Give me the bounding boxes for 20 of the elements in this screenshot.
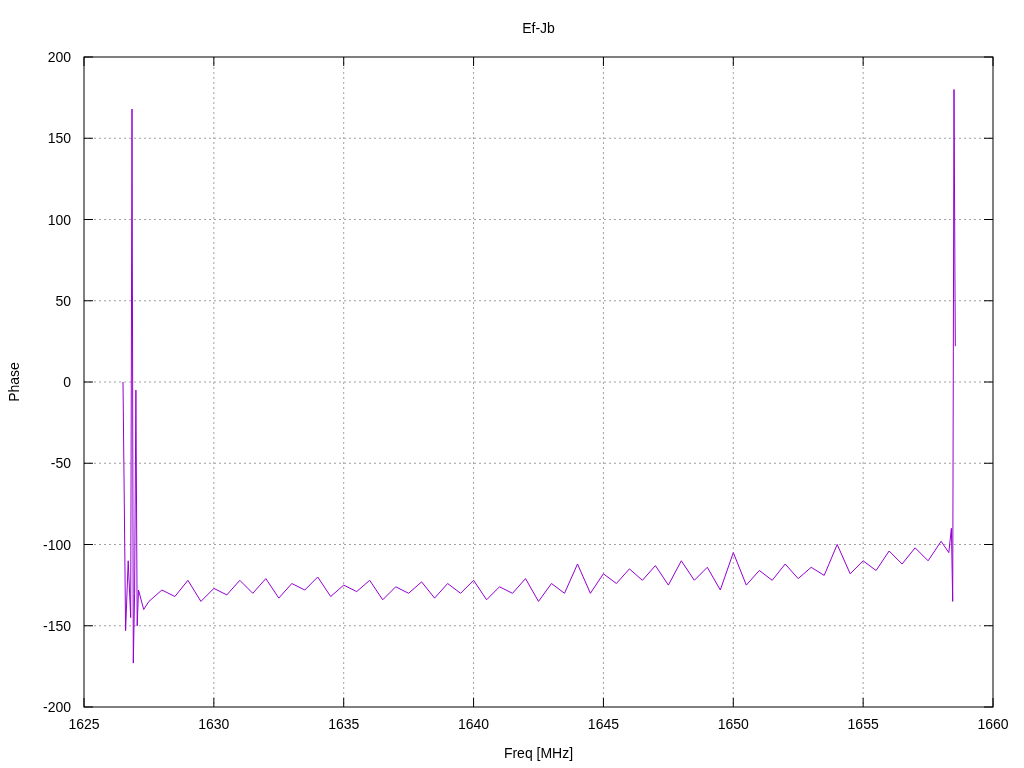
y-tick-label: 200 xyxy=(47,49,71,65)
x-tick-label: 1630 xyxy=(198,716,230,732)
y-tick-label: 100 xyxy=(47,211,71,228)
y-tick-label: -200 xyxy=(42,699,71,715)
y-tick-label: 0 xyxy=(63,374,71,390)
x-tick-label: 1645 xyxy=(587,716,619,732)
x-tick-label: 1655 xyxy=(847,716,879,732)
y-tick-label: 50 xyxy=(55,292,71,309)
x-axis-label: Freq [MHz] xyxy=(503,745,574,761)
chart-title: Ef-Jb xyxy=(522,20,555,36)
x-tick-label: 1660 xyxy=(977,716,1009,732)
x-tick-label: 1625 xyxy=(68,716,100,732)
y-tick-label: -50 xyxy=(50,455,71,472)
y-tick-label: -150 xyxy=(42,617,71,634)
y-axis-label: Phase xyxy=(6,362,22,402)
x-tick-label: 1650 xyxy=(717,716,749,732)
x-tick-label: 1640 xyxy=(458,716,490,732)
y-tick-label: 150 xyxy=(47,130,71,147)
y-tick-label: -100 xyxy=(42,536,71,553)
x-tick-label: 1635 xyxy=(328,716,360,732)
